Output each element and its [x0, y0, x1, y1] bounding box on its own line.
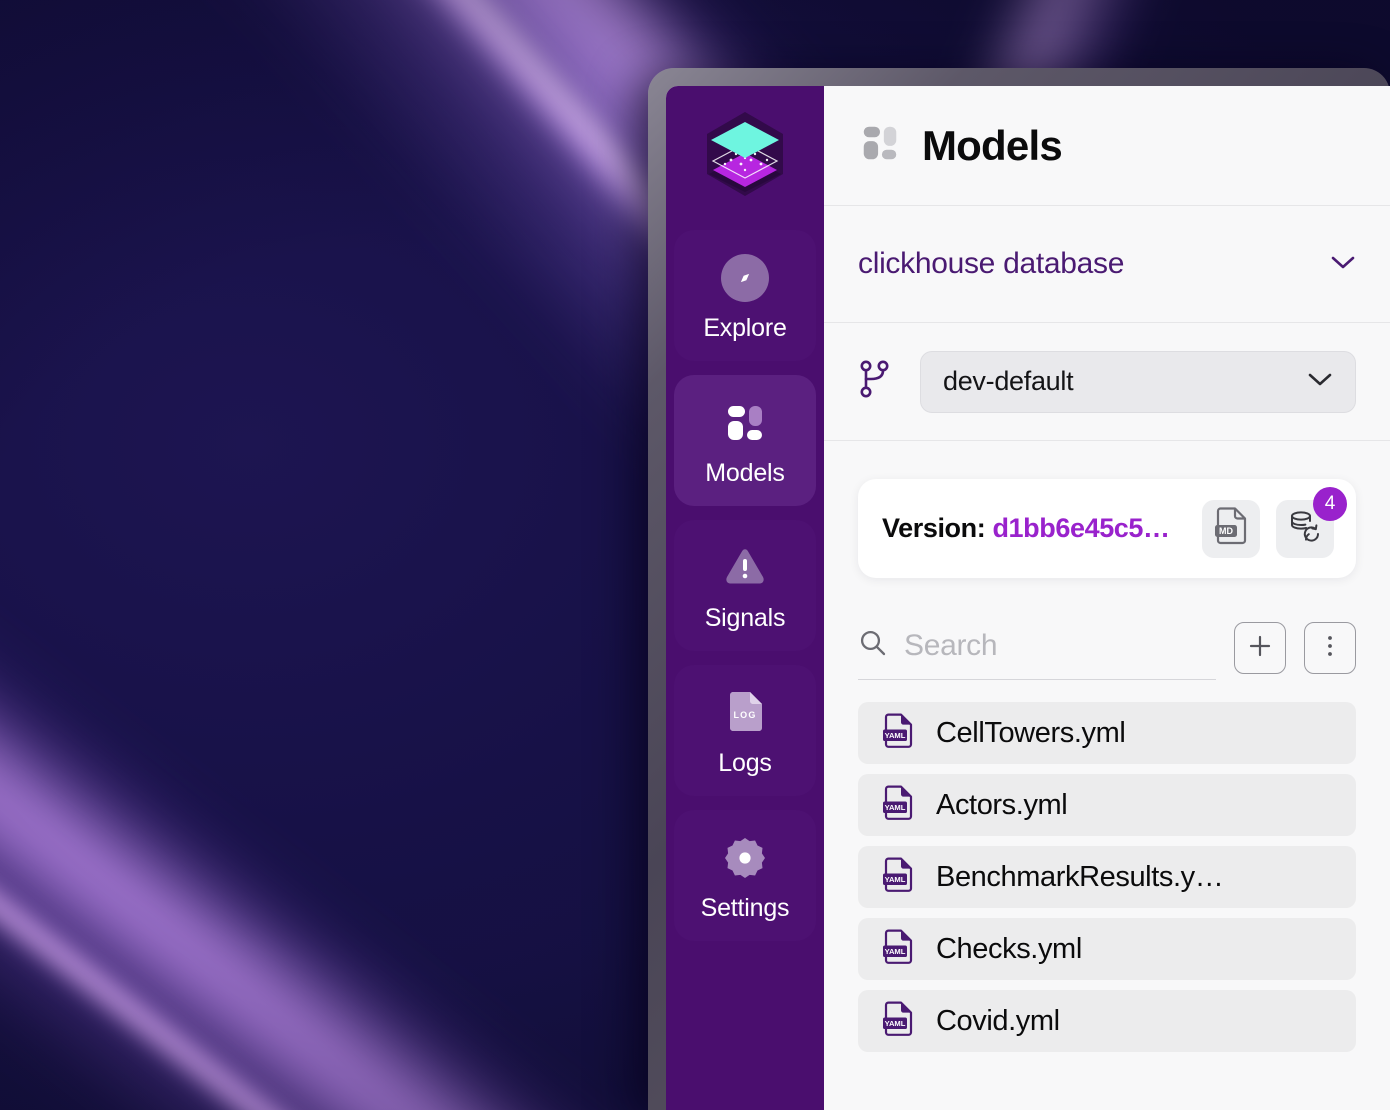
models-icon — [858, 121, 902, 170]
list-item[interactable]: YAML CellTowers.yml — [858, 702, 1356, 764]
models-panel: Models clickhouse database dev-default V… — [824, 86, 1390, 1110]
page-title: Models — [922, 121, 1063, 169]
version-hash[interactable]: d1bb6e45c5… — [992, 513, 1170, 543]
warning-triangle-icon — [719, 542, 771, 594]
device-frame: Explore Models Signals LOG Logs Settings… — [648, 68, 1390, 1110]
sidebar-item-label: Settings — [700, 894, 790, 922]
panel-header: Models — [824, 86, 1390, 206]
sync-database-button[interactable]: 4 — [1276, 486, 1347, 558]
database-name: clickhouse database — [858, 247, 1125, 280]
search-input[interactable]: Search — [858, 628, 1216, 680]
branch-select-dropdown[interactable]: dev-default — [920, 350, 1356, 413]
sidebar-item-signals[interactable]: Signals — [674, 520, 816, 651]
svg-text:LOG: LOG — [733, 710, 756, 720]
yaml-file-icon: YAML — [882, 857, 914, 898]
version-area: Version: d1bb6e45c5… MD 4 — [824, 441, 1390, 578]
search-icon — [858, 628, 888, 663]
version-label: Version: — [882, 513, 986, 543]
database-selector[interactable]: clickhouse database — [824, 206, 1390, 323]
compass-icon — [719, 252, 771, 304]
device-screen: Explore Models Signals LOG Logs Settings… — [666, 86, 1390, 1110]
sidebar-item-settings[interactable]: Settings — [674, 810, 816, 941]
search-row: Search — [858, 622, 1356, 680]
sidebar-item-logs[interactable]: LOG Logs — [674, 665, 816, 796]
version-card: Version: d1bb6e45c5… MD 4 — [858, 479, 1356, 578]
plus-icon — [1247, 633, 1273, 664]
branch-selector-row: dev-default — [824, 323, 1390, 441]
list-item[interactable]: YAML Checks.yml — [858, 918, 1356, 980]
file-name: Actors.yml — [936, 788, 1068, 821]
log-file-icon: LOG — [719, 687, 771, 739]
more-options-button[interactable] — [1304, 622, 1356, 674]
file-name: BenchmarkResults.y… — [936, 860, 1224, 893]
yaml-file-icon: YAML — [882, 785, 914, 826]
chevron-down-icon — [1307, 371, 1333, 392]
svg-text:YAML: YAML — [885, 875, 906, 884]
git-branch-icon — [858, 359, 892, 404]
yaml-file-icon: YAML — [882, 1001, 914, 1042]
file-name: Checks.yml — [936, 932, 1082, 965]
svg-text:MD: MD — [1219, 526, 1233, 536]
svg-text:YAML: YAML — [885, 1019, 906, 1028]
yaml-file-icon: YAML — [882, 929, 914, 970]
sidebar-item-label: Signals — [704, 604, 786, 632]
svg-text:YAML: YAML — [885, 731, 906, 740]
branch-name: dev-default — [943, 366, 1074, 396]
layers-cube-logo-icon — [707, 112, 783, 196]
list-item[interactable]: YAML BenchmarkResults.y… — [858, 846, 1356, 908]
sidebar-item-models[interactable]: Models — [674, 375, 816, 506]
gear-icon — [719, 832, 771, 884]
status-badge: 4 — [1313, 486, 1347, 521]
sidebar-item-label: Explore — [703, 314, 787, 342]
file-name: Covid.yml — [936, 1004, 1060, 1037]
kebab-menu-icon — [1326, 633, 1334, 664]
sidebar-item-label: Models — [705, 459, 785, 487]
md-file-icon: MD — [1214, 507, 1248, 550]
app-logo[interactable] — [693, 102, 797, 206]
sidebar-nav: Explore Models Signals LOG Logs Settings — [666, 86, 824, 1110]
chevron-down-icon — [1330, 254, 1356, 275]
svg-text:YAML: YAML — [885, 947, 906, 956]
model-file-list: YAML CellTowers.yml YAML Actors.yml YAML… — [858, 702, 1356, 1052]
search-placeholder: Search — [904, 628, 998, 662]
svg-text:YAML: YAML — [885, 803, 906, 812]
sidebar-item-explore[interactable]: Explore — [674, 230, 816, 361]
markdown-doc-button[interactable]: MD — [1202, 499, 1260, 558]
list-item[interactable]: YAML Actors.yml — [858, 774, 1356, 836]
sidebar-item-label: Logs — [718, 749, 772, 777]
models-icon — [719, 397, 771, 449]
yaml-file-icon: YAML — [882, 713, 914, 754]
add-model-button[interactable] — [1234, 622, 1286, 674]
list-item[interactable]: YAML Covid.yml — [858, 990, 1356, 1052]
version-text: Version: d1bb6e45c5… — [882, 513, 1186, 544]
file-name: CellTowers.yml — [936, 716, 1126, 749]
